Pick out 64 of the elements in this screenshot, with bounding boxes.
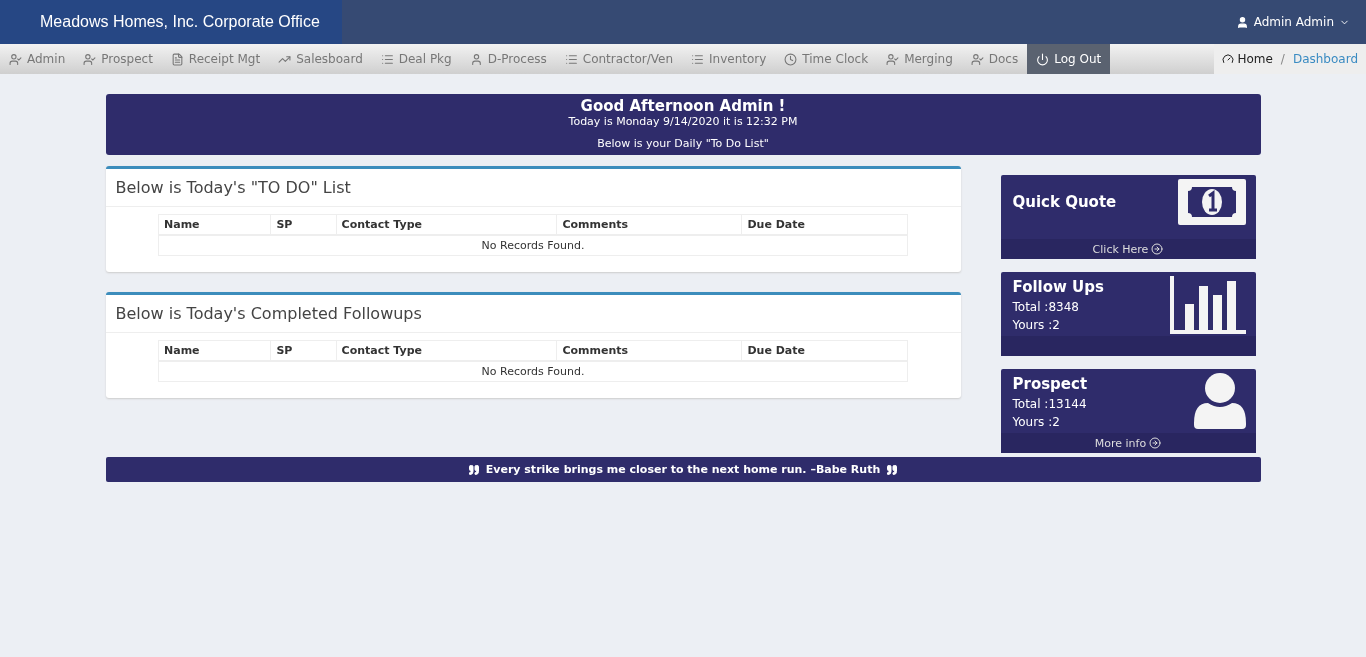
card-title: Quick Quote	[1012, 193, 1117, 211]
nav-tab[interactable]: Time Clock	[775, 44, 878, 74]
user-icon	[469, 52, 483, 66]
open-quote-icon	[467, 463, 480, 476]
power-icon	[1036, 52, 1050, 66]
breadcrumb-separator: /	[1280, 52, 1285, 66]
nav-tab[interactable]: Docs	[961, 44, 1028, 74]
nav-tab[interactable]: D-Process	[460, 44, 556, 74]
arrow-circle-icon	[1151, 243, 1164, 255]
column-header: SP	[270, 340, 337, 361]
quote-text: Every strike brings me closer to the next home run. –Babe Ruth	[485, 463, 881, 476]
nav-tab[interactable]: Salesboard	[269, 44, 372, 74]
nav-tab[interactable]: Admin	[0, 44, 75, 74]
column-header: Comments	[556, 214, 742, 235]
panel-title: Below is Today's "TO DO" List	[105, 169, 961, 207]
nav-tab[interactable]: Receipt Mgt	[161, 44, 270, 74]
list-icon	[380, 52, 394, 66]
stat-text: Total :13144	[1012, 397, 1088, 411]
column-header: Name	[158, 340, 271, 361]
date-text: Today is Monday 9/14/2020 it is 12:32 PM	[567, 115, 799, 128]
close-quote-icon	[886, 463, 899, 476]
brand-title[interactable]: Meadows Homes, Inc. Corporate Office	[0, 0, 342, 44]
greeting-text: Good Afternoon Admin !	[579, 97, 787, 115]
breadcrumb-link[interactable]: Dashboard	[1292, 52, 1358, 66]
stat-text: Yours :2	[1012, 415, 1061, 429]
panel-title: Below is Today's Completed Followups	[105, 295, 961, 333]
empty-message: No Records Found.	[158, 361, 908, 382]
nav-tab[interactable]: Prospect	[74, 44, 162, 74]
column-header: Contact Type	[336, 214, 557, 235]
column-header: Due Date	[742, 340, 908, 361]
stat-text: Yours :2	[1012, 318, 1061, 332]
card-footer-link[interactable]: Click Here	[1000, 239, 1256, 259]
user-icon	[1193, 373, 1246, 429]
bar-chart-icon	[1169, 276, 1246, 334]
column-header: Contact Type	[336, 340, 557, 361]
nav-tab[interactable]: Log Out	[1027, 44, 1111, 74]
column-header: Due Date	[742, 214, 908, 235]
breadcrumb-link[interactable]: Home	[1222, 52, 1273, 66]
clock-icon	[784, 52, 798, 66]
dashboard-gauge-icon	[1222, 53, 1235, 65]
user-icon	[1235, 15, 1249, 29]
list-icon	[691, 52, 704, 66]
person-icon	[886, 52, 900, 66]
nav-tab[interactable]: Inventory	[682, 44, 776, 74]
card-title: Follow Ups	[1012, 278, 1104, 296]
column-header: SP	[270, 214, 337, 235]
card-footer-link[interactable]: More info	[1000, 433, 1256, 453]
arrow-circle-icon	[1149, 437, 1162, 449]
card-title: Prospect	[1012, 375, 1088, 393]
person-icon	[9, 52, 22, 66]
list-icon	[564, 52, 578, 66]
column-header: Comments	[556, 340, 742, 361]
document-icon	[170, 52, 184, 66]
column-header: Name	[158, 214, 271, 235]
nav-tab[interactable]: Deal Pkg	[371, 44, 461, 74]
empty-message: No Records Found.	[158, 235, 908, 256]
user-menu[interactable]: Admin Admin	[1229, 14, 1356, 30]
person-icon	[83, 52, 97, 66]
person-icon	[970, 52, 984, 66]
nav-tab[interactable]: Contractor/Ven	[555, 44, 682, 74]
banknote-icon	[1177, 179, 1246, 225]
todo-note: Below is your Daily "To Do List"	[596, 137, 770, 150]
stat-text: Total :8348	[1012, 300, 1080, 314]
nav-tab[interactable]: Merging	[877, 44, 962, 74]
